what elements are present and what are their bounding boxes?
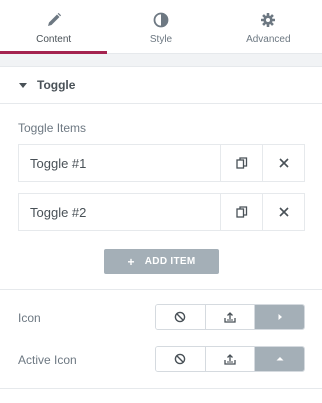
choice-upload[interactable] <box>205 347 256 371</box>
controls-panel: Toggle Items Toggle #1 Toggle #2 + ADD I… <box>0 104 322 403</box>
choice-icon-library[interactable] <box>255 305 304 329</box>
ban-icon <box>175 311 186 323</box>
copy-icon <box>235 206 247 218</box>
active-icon-choices <box>155 346 305 372</box>
add-item-label: ADD ITEM <box>144 256 196 267</box>
repeater-item-title[interactable]: Toggle #2 <box>19 194 220 230</box>
copy-icon <box>235 157 247 169</box>
arrow-up-icon <box>276 357 284 361</box>
duplicate-button[interactable] <box>220 194 262 230</box>
repeater-item: Toggle #1 <box>18 144 305 182</box>
repeater-item-title[interactable]: Toggle #1 <box>19 145 220 181</box>
remove-button[interactable] <box>262 194 304 230</box>
half-circle-icon <box>153 12 169 28</box>
tab-advanced-label: Advanced <box>246 34 291 45</box>
tab-style-label: Style <box>149 34 173 45</box>
icon-choices <box>155 304 305 330</box>
repeater-label: Toggle Items <box>18 121 87 135</box>
caret-down-icon <box>19 82 27 88</box>
add-item-button[interactable]: + ADD ITEM <box>104 249 219 274</box>
tab-content[interactable]: Content <box>0 0 108 54</box>
panel-tabs: Content Style Advanced <box>0 0 322 54</box>
choice-upload[interactable] <box>205 305 256 329</box>
divider <box>0 289 322 290</box>
repeater-item: Toggle #2 <box>18 193 305 231</box>
pencil-icon <box>47 12 61 26</box>
upload-icon <box>224 354 236 365</box>
remove-button[interactable] <box>262 145 304 181</box>
close-icon <box>278 207 289 217</box>
choice-icon-library[interactable] <box>255 347 304 371</box>
tab-content-label: Content <box>36 34 72 45</box>
tab-advanced[interactable]: Advanced <box>214 0 322 54</box>
section-title: Toggle <box>37 78 76 92</box>
choice-none[interactable] <box>156 305 206 329</box>
divider <box>0 388 322 389</box>
gear-icon <box>261 13 276 27</box>
plus-icon: + <box>127 254 135 269</box>
active-icon-control-label: Active Icon <box>18 353 77 367</box>
duplicate-button[interactable] <box>220 145 262 181</box>
ban-icon <box>175 353 186 365</box>
icon-control-label: Icon <box>18 311 41 325</box>
section-toggle-header[interactable]: Toggle <box>0 66 322 104</box>
choice-none[interactable] <box>156 347 206 371</box>
tab-style[interactable]: Style <box>107 0 215 54</box>
arrow-right-icon <box>278 314 282 320</box>
close-icon <box>278 158 289 168</box>
upload-icon <box>224 312 236 323</box>
